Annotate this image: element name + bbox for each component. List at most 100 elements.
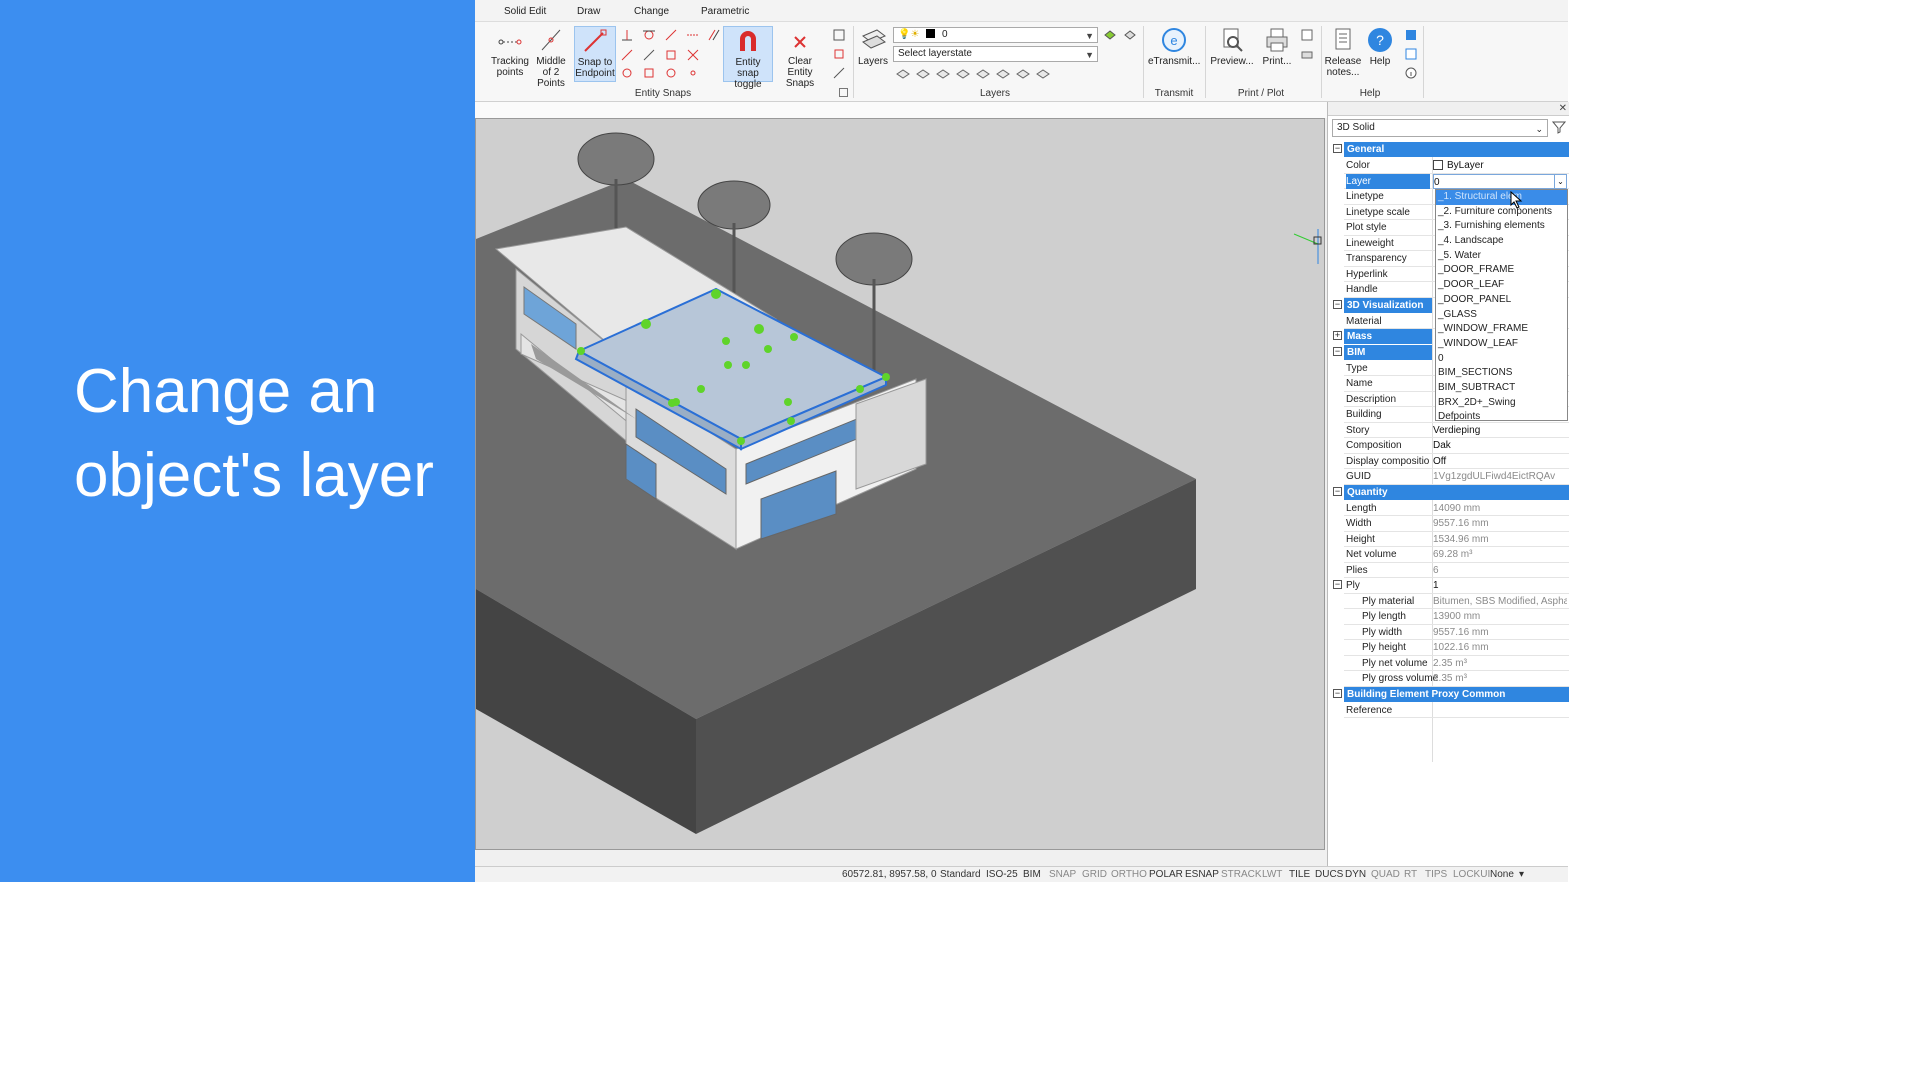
tab-draw[interactable]: Draw bbox=[577, 6, 600, 17]
collapse-quantity-toggle[interactable]: − bbox=[1333, 487, 1342, 496]
layer-option[interactable]: _4. Landscape bbox=[1436, 234, 1567, 249]
property-row-ply-gross-volume[interactable]: Ply gross volume 2.35 m³ bbox=[1344, 671, 1569, 687]
snap-3d-icon[interactable] bbox=[832, 66, 846, 80]
layer-option[interactable]: BIM_SECTIONS bbox=[1436, 366, 1567, 381]
property-row-width[interactable]: Width 9557.16 mm bbox=[1344, 516, 1569, 532]
property-row-ply-width[interactable]: Ply width 9557.16 mm bbox=[1344, 625, 1569, 640]
filter-icon[interactable] bbox=[1552, 120, 1566, 134]
section-mass[interactable]: Mass bbox=[1344, 329, 1432, 344]
layer-option[interactable]: _1. Structural elem bbox=[1436, 190, 1567, 205]
layer-option[interactable]: _DOOR_FRAME bbox=[1436, 263, 1567, 278]
layer-option[interactable]: _2. Furniture components bbox=[1436, 205, 1567, 220]
property-row-ply[interactable]: Ply 1 bbox=[1344, 578, 1569, 594]
property-row-ply-height[interactable]: Ply height 1022.16 mm bbox=[1344, 640, 1569, 656]
status-dyn[interactable]: DYN bbox=[1345, 869, 1366, 880]
info-icon[interactable] bbox=[1404, 66, 1418, 80]
layer-option[interactable]: BRX_2D+_Swing bbox=[1436, 396, 1567, 411]
section-3d-visualization[interactable]: 3D Visualization bbox=[1344, 298, 1432, 313]
print-button[interactable]: Print... bbox=[1257, 26, 1297, 82]
tracking-points-button[interactable]: Tracking points bbox=[489, 26, 531, 82]
collapse-proxy-toggle[interactable]: − bbox=[1333, 689, 1342, 698]
property-row-net-volume[interactable]: Net volume 69.28 m³ bbox=[1344, 547, 1569, 563]
status-none[interactable]: None bbox=[1490, 869, 1514, 880]
property-row-display-composition[interactable]: Display composition Off bbox=[1344, 454, 1569, 469]
layer-option[interactable]: _WINDOW_FRAME bbox=[1436, 322, 1567, 337]
status-ducs[interactable]: DUCS bbox=[1315, 869, 1343, 880]
property-row-plies[interactable]: Plies 6 bbox=[1344, 563, 1569, 578]
snap-extension-icon[interactable] bbox=[686, 28, 700, 42]
status-standard[interactable]: Standard bbox=[940, 869, 981, 880]
property-value[interactable]: 1 bbox=[1433, 578, 1567, 593]
tab-solid-edit[interactable]: Solid Edit bbox=[504, 6, 546, 17]
snap-perpendicular-icon[interactable] bbox=[620, 28, 634, 42]
layer-option[interactable]: _WINDOW_LEAF bbox=[1436, 337, 1567, 352]
help-button[interactable]: ? Help bbox=[1365, 26, 1395, 82]
status-tips[interactable]: TIPS bbox=[1425, 869, 1447, 880]
collapse-bim-toggle[interactable]: − bbox=[1333, 347, 1342, 356]
page-setup-icon[interactable] bbox=[1300, 28, 1314, 42]
section-quantity[interactable]: Quantity bbox=[1344, 485, 1569, 500]
tab-change[interactable]: Change bbox=[634, 6, 669, 17]
status-rt[interactable]: RT bbox=[1404, 869, 1417, 880]
collapse-3d-visualization-toggle[interactable]: − bbox=[1333, 300, 1342, 309]
layer-option[interactable]: BIM_SUBTRACT bbox=[1436, 381, 1567, 396]
expand-mass-toggle[interactable]: + bbox=[1333, 331, 1342, 340]
property-row-ply-length[interactable]: Ply length 13900 mm bbox=[1344, 609, 1569, 625]
collapse-ply-toggle[interactable]: − bbox=[1333, 580, 1342, 589]
status-quad[interactable]: QUAD bbox=[1371, 869, 1400, 880]
property-value[interactable]: Off bbox=[1433, 454, 1567, 469]
tab-parametric[interactable]: Parametric bbox=[701, 6, 749, 17]
snap-center-icon[interactable] bbox=[642, 48, 656, 62]
layer-option[interactable]: _5. Water bbox=[1436, 249, 1567, 264]
status-polar[interactable]: POLAR bbox=[1149, 869, 1183, 880]
clear-entity-snaps-button[interactable]: Clear Entity Snaps bbox=[775, 26, 825, 89]
snap-to-endpoint-button[interactable]: Snap to Endpoint bbox=[574, 26, 616, 82]
layer-option[interactable]: _GLASS bbox=[1436, 308, 1567, 323]
snap-midpoint-icon[interactable] bbox=[620, 48, 634, 62]
status-lwt[interactable]: LWT bbox=[1262, 869, 1282, 880]
status-iso[interactable]: ISO-25 bbox=[986, 869, 1018, 880]
section-building-element-proxy[interactable]: Building Element Proxy Common bbox=[1344, 687, 1569, 702]
property-row-composition[interactable]: Composition Dak bbox=[1344, 438, 1569, 454]
snap-node-icon[interactable] bbox=[664, 48, 678, 62]
layer-option[interactable]: _3. Furnishing elements bbox=[1436, 219, 1567, 234]
layer-dropdown-list[interactable]: _1. Structural elem _2. Furniture compone… bbox=[1435, 189, 1568, 422]
dialog-launcher-icon[interactable] bbox=[839, 88, 848, 97]
support-icon[interactable] bbox=[1404, 47, 1418, 61]
status-lockui[interactable]: LOCKUI bbox=[1453, 869, 1490, 880]
snap-quadrant-icon[interactable] bbox=[620, 66, 634, 80]
snap-insertion-icon[interactable] bbox=[642, 66, 656, 80]
layer-tools-icons[interactable] bbox=[895, 66, 1055, 80]
snap-frame-icon[interactable] bbox=[832, 47, 846, 61]
property-row-height[interactable]: Height 1534.96 mm bbox=[1344, 532, 1569, 547]
layer-option[interactable]: Defpoints bbox=[1436, 410, 1567, 425]
snap-intersection-icon[interactable] bbox=[686, 48, 700, 62]
snap-parallel-icon[interactable] bbox=[707, 28, 721, 42]
layer-combo[interactable]: 💡☀ 0 ▼ bbox=[893, 27, 1098, 43]
layer-value-combo[interactable]: 0 ⌄ bbox=[1433, 173, 1567, 189]
property-row-ply-material[interactable]: Ply material Bitumen, SBS Modified, Aspha… bbox=[1344, 594, 1569, 609]
plot-styles-icon[interactable] bbox=[1300, 48, 1314, 62]
drawing-viewport[interactable] bbox=[475, 118, 1325, 850]
property-row-color[interactable]: Color ByLayer bbox=[1344, 158, 1569, 174]
layer-option[interactable]: _DOOR_LEAF bbox=[1436, 278, 1567, 293]
section-general[interactable]: General bbox=[1344, 142, 1569, 157]
property-value[interactable]: Dak bbox=[1433, 438, 1567, 453]
status-esnap[interactable]: ESNAP bbox=[1185, 869, 1219, 880]
property-row-guid[interactable]: GUID 1Vg1zgdULFiwd4EictRQAv bbox=[1344, 469, 1569, 485]
snap-settings-icon[interactable] bbox=[832, 28, 846, 42]
layer-previous-icon[interactable] bbox=[1123, 27, 1137, 41]
chevron-down-icon[interactable]: ⌄ bbox=[1554, 174, 1566, 188]
snap-point-icon[interactable] bbox=[686, 66, 700, 80]
property-row-ply-net-volume[interactable]: Ply net volume 2.35 m³ bbox=[1344, 656, 1569, 671]
3d-model-scene[interactable] bbox=[476, 119, 1325, 850]
etransmit-button[interactable]: e eTransmit... bbox=[1148, 26, 1200, 82]
learn-icon[interactable] bbox=[1404, 28, 1418, 42]
property-row-layer[interactable]: Layer 0 ⌄ bbox=[1344, 173, 1569, 189]
status-ortho[interactable]: ORTHO bbox=[1111, 869, 1147, 880]
close-icon[interactable]: ✕ bbox=[1559, 103, 1567, 114]
snap-apparent-icon[interactable] bbox=[664, 66, 678, 80]
collapse-general-toggle[interactable]: − bbox=[1333, 144, 1342, 153]
status-bim[interactable]: BIM bbox=[1023, 869, 1041, 880]
status-grid[interactable]: GRID bbox=[1082, 869, 1107, 880]
